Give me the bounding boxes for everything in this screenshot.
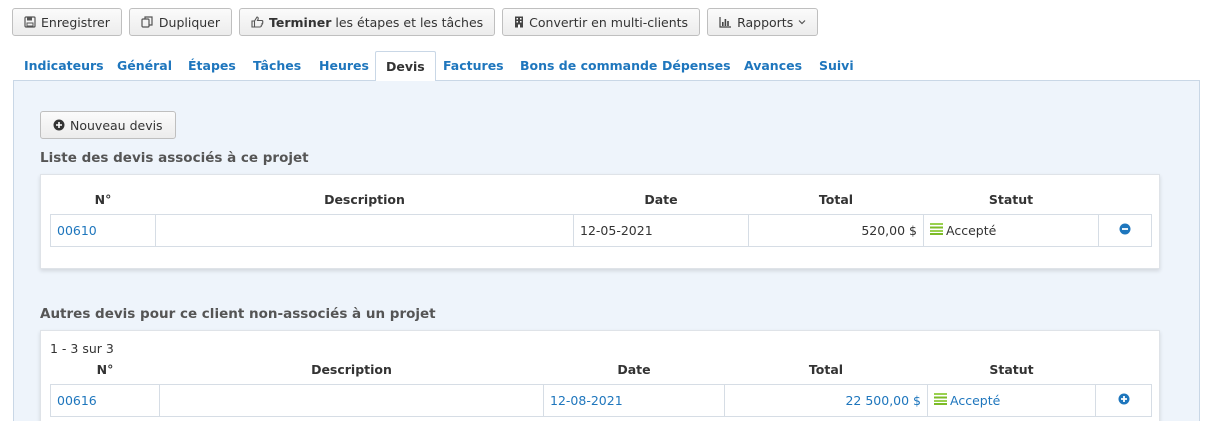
table-header-row: N° Description Date Total Statut [51, 185, 1152, 214]
quote-status-cell: Accepté [927, 383, 1096, 417]
tab-indicateurs[interactable]: Indicateurs [24, 51, 104, 81]
column-header-number[interactable]: N° [51, 355, 160, 384]
save-button-label: Enregistrer [41, 14, 110, 30]
save-button[interactable]: Enregistrer [12, 8, 122, 36]
column-header-description[interactable]: Description [160, 355, 544, 384]
reports-dropdown-button[interactable]: Rapports [707, 8, 819, 36]
chevron-down-icon [798, 19, 806, 25]
column-header-status[interactable]: Statut [924, 185, 1099, 214]
pagination-summary: 1 - 3 sur 3 [50, 341, 114, 356]
thumbs-up-icon [251, 16, 264, 28]
new-quote-button[interactable]: Nouveau devis [40, 111, 176, 139]
quote-status-cell: Accepté [923, 213, 1099, 247]
plus-circle-icon [53, 119, 65, 131]
quote-date-cell: 12-05-2021 [573, 213, 749, 247]
convert-button-label: Convertir en multi-clients [529, 14, 689, 30]
building-icon [514, 16, 524, 28]
column-header-description[interactable]: Description [156, 185, 574, 214]
quote-total-link[interactable]: 22 500,00 $ [845, 393, 921, 408]
remove-circle-icon[interactable] [1119, 223, 1131, 238]
tab-devis[interactable]: Devis [375, 51, 436, 82]
column-header-status[interactable]: Statut [928, 355, 1096, 384]
column-header-date[interactable]: Date [544, 355, 725, 384]
copy-icon [141, 16, 154, 28]
status-label[interactable]: Accepté [950, 393, 1000, 408]
table-row: 00616 12-08-2021 22 500,00 $ Accepté [50, 383, 1152, 417]
quote-date-link[interactable]: 12-08-2021 [550, 393, 623, 408]
add-circle-icon[interactable] [1118, 393, 1130, 408]
other-quotes-box: 1 - 3 sur 3 N° Description Date Total St… [40, 330, 1160, 421]
quote-action-cell [1095, 383, 1152, 417]
finish-button-label: Terminer les étapes et les tâches [269, 14, 484, 30]
convert-multi-clients-button[interactable]: Convertir en multi-clients [502, 8, 701, 36]
tab-bons-de-commande[interactable]: Bons de commande [520, 51, 657, 81]
tab-suivi[interactable]: Suivi [819, 51, 854, 81]
duplicate-button-label: Dupliquer [158, 14, 221, 30]
quote-number-link[interactable]: 00610 [57, 223, 97, 238]
quote-number-cell: 00616 [50, 383, 160, 417]
floppy-disk-icon [24, 16, 36, 28]
quote-action-cell [1098, 213, 1152, 247]
tab-general[interactable]: Général [117, 51, 172, 81]
associated-quotes-box: N° Description Date Total Statut 00610 1… [40, 174, 1160, 269]
status-label: Accepté [946, 222, 997, 238]
column-header-actions [1099, 185, 1152, 214]
quote-description-cell [155, 213, 574, 247]
new-quote-button-label: Nouveau devis [70, 117, 163, 133]
finish-steps-tasks-button[interactable]: Terminer les étapes et les tâches [239, 8, 496, 36]
quote-number-cell: 00610 [50, 213, 156, 247]
quote-number-link[interactable]: 00616 [57, 393, 97, 408]
other-quotes-table: N° Description Date Total Statut 00616 1… [50, 355, 1152, 417]
other-quotes-title: Autres devis pour ce client non-associés… [40, 306, 436, 322]
column-header-number[interactable]: N° [51, 185, 156, 214]
tab-heures[interactable]: Heures [319, 51, 369, 81]
associated-quotes-title: Liste des devis associés à ce projet [40, 150, 309, 166]
quote-date-cell: 12-08-2021 [543, 383, 725, 417]
table-row: 00610 12-05-2021 520,00 $ Accepté [50, 213, 1152, 247]
quote-description-cell [159, 383, 544, 417]
quote-total-cell: 520,00 $ [748, 213, 924, 247]
tab-factures[interactable]: Factures [443, 51, 504, 81]
column-header-date[interactable]: Date [574, 185, 749, 214]
duplicate-button[interactable]: Dupliquer [128, 8, 233, 36]
action-toolbar: Enregistrer Dupliquer Terminer les étape… [12, 8, 819, 36]
tab-etapes[interactable]: Étapes [188, 51, 236, 81]
tab-taches[interactable]: Tâches [253, 51, 301, 81]
column-header-total[interactable]: Total [749, 185, 924, 214]
column-header-total[interactable]: Total [725, 355, 928, 384]
associated-quotes-table: N° Description Date Total Statut 00610 1… [50, 185, 1152, 247]
status-accepted-icon [934, 392, 947, 408]
column-header-actions [1096, 355, 1152, 384]
status-accepted-icon [930, 222, 943, 238]
project-tabs: Indicateurs Général Étapes Tâches Heures… [13, 51, 1200, 82]
table-header-row: N° Description Date Total Statut [51, 355, 1152, 384]
bar-chart-icon [719, 16, 732, 28]
tab-depenses[interactable]: Dépenses [662, 51, 731, 81]
quote-total-cell: 22 500,00 $ [724, 383, 928, 417]
reports-button-label: Rapports [737, 14, 794, 30]
tab-avances[interactable]: Avances [744, 51, 802, 81]
